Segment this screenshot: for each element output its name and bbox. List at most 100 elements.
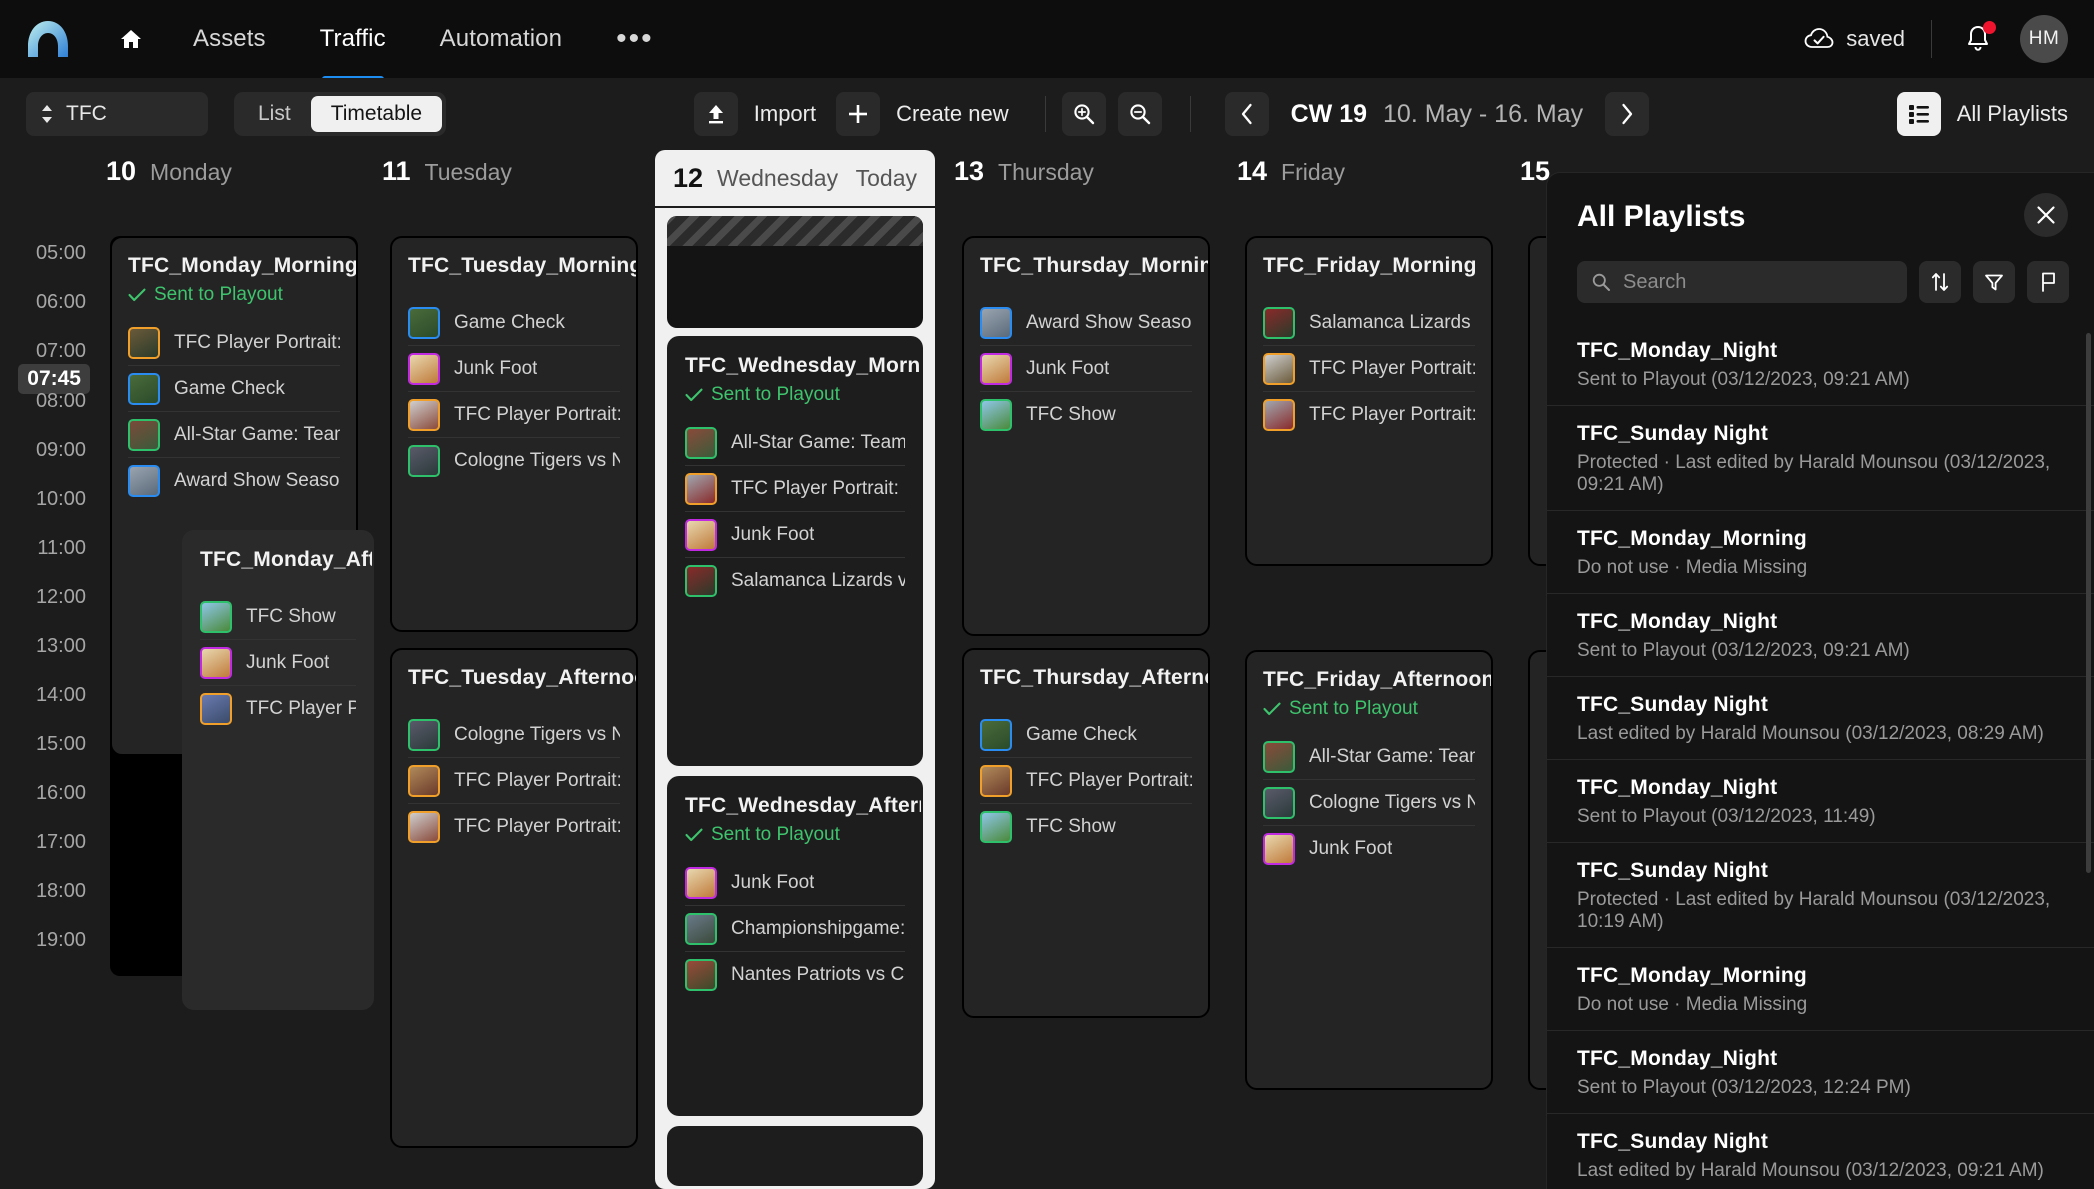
avatar[interactable]: HM xyxy=(2020,15,2068,63)
list-item[interactable]: TFC_Monday_Night Sent to Playout (03/12/… xyxy=(1547,594,2094,677)
list-item[interactable]: TFC_Sunday Night Protected · Last edited… xyxy=(1547,843,2094,948)
day-column-thursday[interactable]: TFC_Thursday_Morning Award Show Season 2… xyxy=(948,208,1223,1189)
day-header-thursday[interactable]: 13 Thursday xyxy=(944,156,1094,187)
day-name: Wednesday xyxy=(717,165,838,192)
list-item[interactable]: TFC_Sunday Night Last edited by Harald M… xyxy=(1547,677,2094,760)
playlist-block-wednesday-afternoon[interactable]: TFC_Wednesday_Afternoon Sent to Playout … xyxy=(667,776,923,1116)
playlist-item[interactable]: Game Check xyxy=(980,712,1192,758)
playlist-list[interactable]: TFC_Monday_Night Sent to Playout (03/12/… xyxy=(1547,323,2094,1189)
previous-week-button[interactable] xyxy=(1225,92,1269,136)
playlist-item[interactable]: TFC Player Portrait: Kevin Murphy xyxy=(408,758,620,804)
playlist-item[interactable]: Salamanca Lizards vs Nantes Pat xyxy=(1263,300,1475,346)
playlist-item[interactable]: TFC Player Portrait: William Ready xyxy=(128,320,340,366)
playlist-item[interactable]: Junk Foot xyxy=(200,640,356,686)
day-column-friday[interactable]: TFC_Friday_Morning Salamanca Lizards vs … xyxy=(1231,208,1506,1189)
nav-item-more[interactable]: ••• xyxy=(589,0,681,78)
view-mode-list[interactable]: List xyxy=(238,96,311,132)
close-panel-button[interactable] xyxy=(2024,193,2068,237)
list-item[interactable]: TFC_Monday_Night Sent to Playout (03/12/… xyxy=(1547,1031,2094,1114)
playlist-status: Sent to Playout xyxy=(685,384,905,406)
playlist-item[interactable]: Junk Foot xyxy=(685,860,905,906)
playlist-item[interactable]: Championshipgame: Salamanca L xyxy=(685,906,905,952)
time-label-0500: 05:00 xyxy=(36,242,86,265)
zoom-in-icon xyxy=(1072,102,1096,126)
next-week-button[interactable] xyxy=(1605,92,1649,136)
playlist-meta: Protected · Last edited by Harald Mounso… xyxy=(1577,452,2064,496)
playlist-title: TFC_Wednesday_Afternoon xyxy=(685,794,905,818)
playlist-item[interactable]: Award Show Season 2021 xyxy=(980,300,1192,346)
flag-button[interactable] xyxy=(2027,261,2069,303)
playlist-item[interactable]: TFC Player Portrait xyxy=(200,686,356,732)
search-input[interactable] xyxy=(1623,271,1883,294)
playlist-item-label: TFC Show xyxy=(1026,816,1116,838)
playlist-block-friday-afternoon[interactable]: TFC_Friday_Afternoon Sent to Playout All… xyxy=(1245,650,1493,1090)
day-column-monday[interactable]: TFC_Monday_Morning Sent to Playout TFC P… xyxy=(96,208,371,1189)
create-new-button[interactable]: Create new xyxy=(836,92,1029,136)
day-header-wednesday-today[interactable]: 12 Wednesday Today xyxy=(655,150,935,206)
playlist-item[interactable]: Award Show Season 2021 xyxy=(128,458,340,504)
playlist-item[interactable]: Junk Foot xyxy=(980,346,1192,392)
day-header-tuesday[interactable]: 11 Tuesday xyxy=(372,156,512,187)
notifications-button[interactable] xyxy=(1958,19,1998,59)
day-column-wednesday-today[interactable]: TFC_Wednesday_Morning Sent to Playout Al… xyxy=(655,208,935,1189)
playlist-item[interactable]: TFC Show xyxy=(980,392,1192,438)
nav-item-traffic[interactable]: Traffic xyxy=(293,0,413,78)
app-logo[interactable] xyxy=(0,19,96,59)
zoom-in-button[interactable] xyxy=(1062,92,1106,136)
list-item[interactable]: TFC_Monday_Morning Do not use · Media Mi… xyxy=(1547,511,2094,594)
list-item[interactable]: TFC_Sunday Night Protected · Last edited… xyxy=(1547,406,2094,511)
day-column-tuesday[interactable]: TFC_Tuesday_Morning Game Check Junk Foot… xyxy=(376,208,651,1189)
playlist-block-wednesday-morning[interactable]: TFC_Wednesday_Morning Sent to Playout Al… xyxy=(667,336,923,766)
day-header-friday[interactable]: 14 Friday xyxy=(1227,156,1345,187)
playlist-block-tuesday-morning[interactable]: TFC_Tuesday_Morning Game Check Junk Foot… xyxy=(390,236,638,632)
playlist-item[interactable]: Cologne Tigers vs Nashville United xyxy=(1263,780,1475,826)
list-item[interactable]: TFC_Monday_Night Sent to Playout (03/12/… xyxy=(1547,760,2094,843)
playlist-item[interactable]: Game Check xyxy=(128,366,340,412)
panel-scrollbar[interactable] xyxy=(2086,333,2091,873)
playlist-item[interactable]: TFC Player Portrait: William Ready xyxy=(1263,346,1475,392)
playlist-item[interactable]: TFC Show xyxy=(980,804,1192,850)
playlist-block-monday-afternoon[interactable]: TFC_Monday_Afternoon TFC Show Junk Foot … xyxy=(182,530,374,1010)
list-item[interactable]: TFC_Monday_Morning Do not use · Media Mi… xyxy=(1547,948,2094,1031)
zoom-out-button[interactable] xyxy=(1118,92,1162,136)
list-item[interactable]: TFC_Monday_Night Sent to Playout (03/12/… xyxy=(1547,323,2094,406)
playlist-block-thursday-afternoon[interactable]: TFC_Thursday_Afternoon Game Check TFC Pl… xyxy=(962,648,1210,1018)
playlist-item[interactable]: TFC Player Portrait: Clayton Ande xyxy=(1263,392,1475,438)
playlist-item[interactable]: Junk Foot xyxy=(685,512,905,558)
nav-item-home[interactable] xyxy=(96,0,166,78)
channel-select[interactable]: TFC xyxy=(26,92,208,136)
sort-button[interactable] xyxy=(1919,261,1961,303)
nav-item-assets[interactable]: Assets xyxy=(166,0,293,78)
time-label-1200: 12:00 xyxy=(36,586,86,609)
thumbnail-icon xyxy=(408,719,440,751)
playlist-item[interactable]: Cologne Tigers vs Nashville United xyxy=(408,438,620,484)
view-mode-timetable[interactable]: Timetable xyxy=(311,96,442,132)
playlist-block-wednesday-evening[interactable] xyxy=(667,1126,923,1186)
playlist-item[interactable]: Junk Foot xyxy=(1263,826,1475,872)
search-field[interactable] xyxy=(1577,261,1907,303)
playlist-item[interactable]: All-Star Game: Team TFC vs Team xyxy=(128,412,340,458)
import-button[interactable]: Import xyxy=(694,92,836,136)
playlist-item-label: TFC Player Portrait: William Ready xyxy=(1309,358,1475,380)
playlist-item[interactable]: TFC Player Portrait: William Ready xyxy=(408,392,620,438)
playlist-item[interactable]: Salamanca Lizards vs Nantes Pat xyxy=(685,558,905,604)
playlist-item[interactable]: TFC Player Portrait: William Ready xyxy=(408,804,620,850)
playlist-item[interactable]: TFC Player Portrait: Kenneth Hold xyxy=(980,758,1192,804)
playlist-title: TFC_Monday_Afternoon xyxy=(200,548,356,572)
day-header-monday[interactable]: 10 Monday xyxy=(96,156,232,187)
playlist-item[interactable]: Cologne Tigers vs Nashville United xyxy=(408,712,620,758)
list-item[interactable]: TFC_Sunday Night Last edited by Harald M… xyxy=(1547,1114,2094,1189)
playlist-item[interactable]: Junk Foot xyxy=(408,346,620,392)
playlist-item[interactable]: TFC Player Portrait: Clayton Ande xyxy=(685,466,905,512)
playlist-item[interactable]: TFC Show xyxy=(200,594,356,640)
playlist-block-tuesday-afternoon[interactable]: TFC_Tuesday_Afternoon Cologne Tigers vs … xyxy=(390,648,638,1148)
all-playlists-button[interactable]: All Playlists xyxy=(1897,92,2068,136)
playlist-block-thursday-morning[interactable]: TFC_Thursday_Morning Award Show Season 2… xyxy=(962,236,1210,636)
playlist-item[interactable]: Nantes Patriots vs Cologne Tiger xyxy=(685,952,905,998)
playlist-block-friday-morning[interactable]: TFC_Friday_Morning Salamanca Lizards vs … xyxy=(1245,236,1493,566)
playlist-item[interactable]: All-Star Game: Team TFC vs Team xyxy=(685,420,905,466)
filter-button[interactable] xyxy=(1973,261,2015,303)
nav-item-automation[interactable]: Automation xyxy=(413,0,589,78)
playlist-item[interactable]: Game Check xyxy=(408,300,620,346)
playlist-item[interactable]: All-Star Game: Team TFC vs Team xyxy=(1263,734,1475,780)
